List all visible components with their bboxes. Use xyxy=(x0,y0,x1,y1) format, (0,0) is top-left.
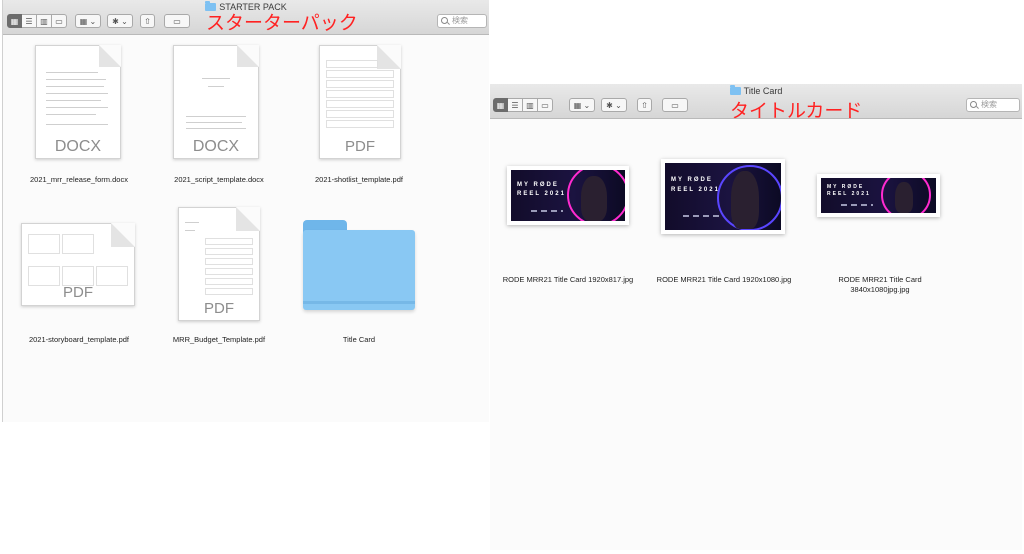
file-name[interactable]: 2021-storyboard_template.pdf xyxy=(3,335,155,345)
search-input[interactable]: 検索 xyxy=(966,98,1020,112)
group-menu[interactable]: ▦ ⌄ xyxy=(75,14,101,28)
gallery-view-icon[interactable]: ▭ xyxy=(52,14,67,28)
tag-button[interactable]: ▭ xyxy=(662,98,688,112)
folder-icon[interactable] xyxy=(303,220,415,310)
icon-view-icon[interactable]: ▦ xyxy=(7,14,22,28)
share-button[interactable]: ⇧ xyxy=(637,98,652,112)
file-type-label: PDF xyxy=(204,300,234,317)
image-thumbnail[interactable]: MY RØDE REEL 2021 xyxy=(817,174,940,217)
finder-window-starter-pack: STARTER PACK ▦ ☰ ▥ ▭ ▦ ⌄ ✱ ⌄ ⇧ ▭ 検索 DOCX… xyxy=(2,0,489,422)
file-icon-docx[interactable]: DOCX xyxy=(173,45,259,159)
file-name[interactable]: 2021_script_template.docx xyxy=(143,175,295,185)
file-name[interactable]: RODE MRR21 Title Card 1920x1080.jpg xyxy=(646,275,802,285)
search-icon xyxy=(441,17,448,24)
tag-icon[interactable]: ▭ xyxy=(164,14,190,28)
file-name[interactable]: RODE MRR21 Title Card 1920x817.jpg xyxy=(490,275,646,285)
tag-icon[interactable]: ▭ xyxy=(662,98,688,112)
group-icon[interactable]: ▦ ⌄ xyxy=(569,98,595,112)
file-name[interactable]: 2021-shotlist_template.pdf xyxy=(283,175,435,185)
folder-name[interactable]: Title Card xyxy=(283,335,435,345)
file-name[interactable]: 2021_mrr_release_form.docx xyxy=(3,175,155,185)
share-icon[interactable]: ⇧ xyxy=(637,98,652,112)
list-view-icon[interactable]: ☰ xyxy=(508,98,523,112)
list-view-icon[interactable]: ☰ xyxy=(22,14,37,28)
file-type-label: DOCX xyxy=(192,138,240,155)
finder-window-title-card: Title Card ▦ ☰ ▥ ▭ ▦ ⌄ ✱ ⌄ ⇧ ▭ 検索 MY RØD… xyxy=(490,84,1022,550)
share-icon[interactable]: ⇧ xyxy=(140,14,155,28)
annotation-title-card: タイトルカード xyxy=(730,100,863,122)
view-switcher: ▦ ☰ ▥ ▭ xyxy=(493,98,553,112)
gallery-view-icon[interactable]: ▭ xyxy=(538,98,553,112)
group-menu[interactable]: ▦ ⌄ xyxy=(569,98,595,112)
view-switcher: ▦ ☰ ▥ ▭ xyxy=(7,14,67,28)
annotation-starter-pack: スターターパック xyxy=(206,12,358,34)
file-icon-pdf[interactable]: PDF xyxy=(319,45,401,159)
search-input[interactable]: 検索 xyxy=(437,14,487,28)
file-type-label: PDF xyxy=(345,138,375,155)
folder-icon xyxy=(729,85,741,95)
window-title: Title Card xyxy=(490,85,1022,96)
column-view-icon[interactable]: ▥ xyxy=(37,14,52,28)
file-name[interactable]: MRR_Budget_Template.pdf xyxy=(143,335,295,345)
icon-view-icon[interactable]: ▦ xyxy=(493,98,508,112)
image-thumbnail[interactable]: MY RØDE REEL 2021 xyxy=(661,159,785,234)
file-type-label: DOCX xyxy=(54,138,102,155)
file-type-label: PDF xyxy=(63,284,93,301)
tag-button[interactable]: ▭ xyxy=(164,14,190,28)
file-name[interactable]: RODE MRR21 Title Card 3840x1080jpg.jpg xyxy=(802,275,958,295)
file-icon-docx[interactable]: DOCX xyxy=(35,45,121,159)
gear-icon[interactable]: ✱ ⌄ xyxy=(601,98,627,112)
group-icon[interactable]: ▦ ⌄ xyxy=(75,14,101,28)
column-view-icon[interactable]: ▥ xyxy=(523,98,538,112)
share-button[interactable]: ⇧ xyxy=(140,14,155,28)
action-menu[interactable]: ✱ ⌄ xyxy=(601,98,627,112)
file-icon-pdf[interactable]: PDF xyxy=(21,223,135,306)
file-icon-pdf[interactable]: PDF xyxy=(178,207,260,321)
image-thumbnail[interactable]: MY RØDE REEL 2021 xyxy=(507,166,629,225)
gear-icon[interactable]: ✱ ⌄ xyxy=(107,14,133,28)
search-icon xyxy=(970,101,977,108)
action-menu[interactable]: ✱ ⌄ xyxy=(107,14,133,28)
